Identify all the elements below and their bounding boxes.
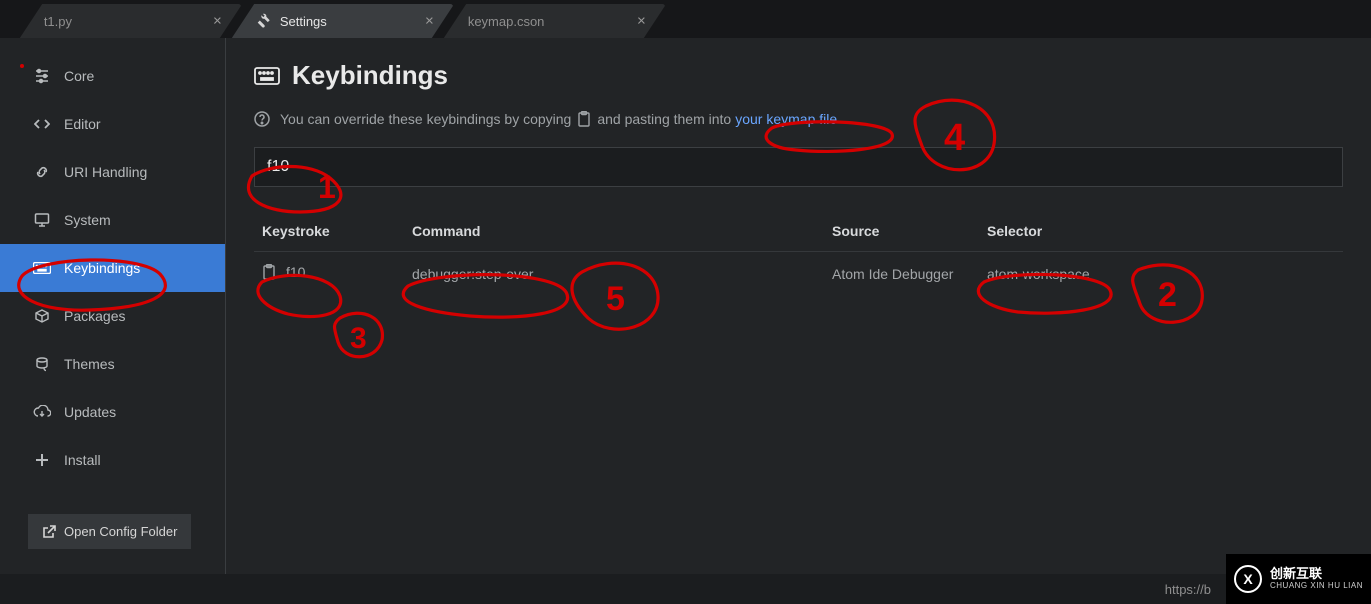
clipboard-icon[interactable] (262, 264, 276, 280)
title-text: Keybindings (292, 60, 448, 91)
tab-file-keymap[interactable]: keymap.cson × (444, 4, 666, 38)
col-keystroke[interactable]: Keystroke (254, 211, 404, 252)
sidebar-item-label: Themes (64, 356, 115, 372)
tab-label: keymap.cson (468, 14, 545, 29)
clipboard-icon (577, 111, 591, 127)
close-icon[interactable]: × (425, 13, 434, 30)
package-icon (32, 308, 52, 324)
sidebar-item-label: Install (64, 452, 101, 468)
tab-bar: t1.py × Settings × keymap.cson × (0, 0, 1371, 38)
sliders-icon (32, 68, 52, 84)
sidebar-item-label: System (64, 212, 111, 228)
main-area: Core Editor URI Handling System Keybindi (0, 38, 1371, 604)
close-icon[interactable]: × (637, 13, 646, 30)
sidebar-item-updates[interactable]: Updates (0, 388, 225, 436)
sidebar-item-keybindings[interactable]: Keybindings (0, 244, 225, 292)
monitor-icon (32, 212, 52, 228)
search-input[interactable] (254, 147, 1343, 187)
col-command[interactable]: Command (404, 211, 824, 252)
tab-label: Settings (280, 14, 327, 29)
external-link-icon (42, 525, 56, 539)
page-title: Keybindings (254, 60, 1343, 91)
sidebar-item-editor[interactable]: Editor (0, 100, 225, 148)
open-config-folder-button[interactable]: Open Config Folder (28, 514, 191, 549)
sidebar-item-label: Packages (64, 308, 125, 324)
watermark-logo-icon: X (1234, 565, 1262, 593)
question-icon (254, 111, 270, 127)
keymap-file-link[interactable]: your keymap file (735, 111, 837, 127)
hint-prefix: You can override these keybindings by co… (280, 111, 571, 127)
paintcan-icon (32, 356, 52, 372)
sidebar-item-label: Core (64, 68, 94, 84)
hint-text: You can override these keybindings by co… (254, 111, 1343, 127)
sidebar-item-label: Editor (64, 116, 101, 132)
sidebar-item-install[interactable]: Install (0, 436, 225, 484)
cloud-download-icon (32, 405, 52, 419)
status-url: https://b (1165, 582, 1211, 597)
table-header-row: Keystroke Command Source Selector (254, 211, 1343, 252)
cell-selector: atom-workspace (979, 252, 1343, 296)
sidebar-item-uri-handling[interactable]: URI Handling (0, 148, 225, 196)
sidebar-item-label: URI Handling (64, 164, 147, 180)
sidebar-item-core[interactable]: Core (0, 52, 225, 100)
tab-settings[interactable]: Settings × (232, 4, 454, 38)
sidebar-item-label: Updates (64, 404, 116, 420)
col-selector[interactable]: Selector (979, 211, 1343, 252)
code-icon (32, 116, 52, 132)
watermark: X 创新互联 CHUANG XIN HU LIAN (1226, 554, 1371, 604)
tools-icon (256, 13, 272, 29)
table-row[interactable]: f10 debugger:step-over Atom Ide Debugger… (254, 252, 1343, 296)
sidebar-item-themes[interactable]: Themes (0, 340, 225, 388)
cell-keystroke: f10 (286, 264, 305, 280)
col-source[interactable]: Source (824, 211, 979, 252)
keybindings-table: Keystroke Command Source Selector f10 (254, 211, 1343, 295)
status-bar: https://b (0, 574, 1371, 604)
plus-icon (32, 453, 52, 467)
tab-file-t1[interactable]: t1.py × (20, 4, 242, 38)
sidebar-item-system[interactable]: System (0, 196, 225, 244)
sidebar-item-label: Keybindings (64, 260, 140, 276)
cell-command: debugger:step-over (404, 252, 824, 296)
tab-label: t1.py (44, 14, 72, 29)
settings-sidebar: Core Editor URI Handling System Keybindi (0, 38, 226, 604)
hint-mid: and pasting them into (597, 111, 731, 127)
content-panel: Keybindings You can override these keybi… (226, 38, 1371, 604)
close-icon[interactable]: × (213, 13, 222, 30)
watermark-py: CHUANG XIN HU LIAN (1270, 582, 1363, 591)
sidebar-item-packages[interactable]: Packages (0, 292, 225, 340)
watermark-cn: 创新互联 (1270, 567, 1363, 581)
keyboard-icon (254, 67, 280, 85)
link-icon (32, 164, 52, 180)
keyboard-icon (32, 262, 52, 274)
button-label: Open Config Folder (64, 524, 177, 539)
cell-source: Atom Ide Debugger (824, 252, 979, 296)
